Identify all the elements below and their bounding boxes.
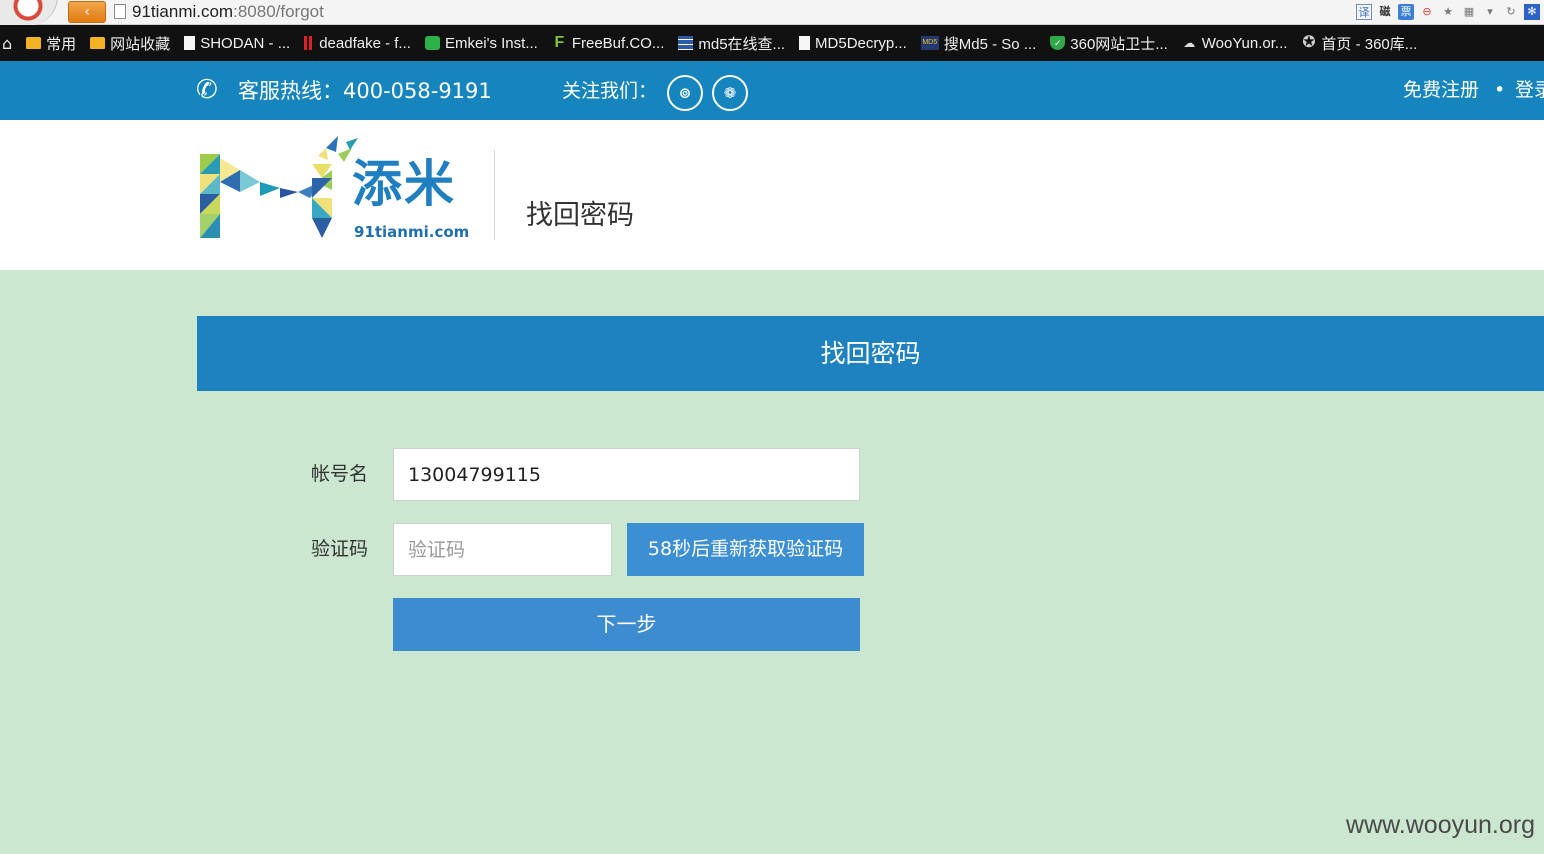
green-app-icon — [424, 36, 440, 50]
resend-code-button[interactable]: 58秒后重新获取验证码 — [627, 523, 864, 576]
bookmark-item[interactable]: Emkei's Inst... — [424, 34, 538, 52]
url-field[interactable]: 91tianmi.com:8080/forgot — [132, 2, 324, 22]
bookmarks-bar: ⌂ 常用 网站收藏 SHODAN - ... deadfake - f... E… — [0, 25, 1544, 61]
site-top-bar: ✆ 客服热线：400-058-9191 关注我们： ⊚ ❁ 免费注册 • 登录 — [0, 61, 1544, 120]
bookmark-item[interactable]: deadfake - f... — [304, 35, 411, 52]
bookmark-item[interactable]: MD5Decryp... — [799, 35, 907, 52]
account-label: 帐号名 — [311, 463, 369, 485]
browser-logo-icon[interactable] — [0, 0, 58, 26]
next-step-button[interactable]: 下一步 — [393, 598, 860, 651]
bookmark-label: 网站收藏 — [110, 35, 171, 53]
bookmark-item[interactable]: SHODAN - ... — [184, 35, 290, 52]
md5-icon: MD5 — [920, 36, 939, 50]
bookmark-label: MD5Decryp... — [815, 34, 907, 52]
site-header: 添米 91tianmi.com 找回密码 — [0, 120, 1544, 270]
freebuf-icon: F — [554, 34, 565, 51]
logo-url: 91tianmi.com — [354, 223, 470, 241]
follow-us-label: 关注我们： — [562, 80, 658, 102]
page-file-icon — [114, 4, 126, 19]
bookmark-item[interactable]: MD5 搜Md5 - So ... — [920, 33, 1037, 54]
bookmark-label: Emkei's Inst... — [444, 34, 538, 52]
hotline-text: 客服热线：400-058-9191 — [238, 79, 492, 103]
bookmark-item[interactable]: ✪ 首页 - 360库... — [1301, 33, 1417, 54]
home-icon[interactable]: ⌂ — [2, 34, 12, 53]
dropdown-chevron-icon[interactable]: ▾ — [1482, 4, 1498, 20]
url-path: :8080/forgot — [233, 2, 324, 21]
bookmark-item[interactable]: ✓ 360网站卫士... — [1050, 33, 1168, 54]
login-link[interactable]: 登录 — [1515, 76, 1544, 104]
separator-dot: • — [1494, 79, 1506, 101]
bookmark-label: WooYun.or... — [1201, 34, 1288, 52]
account-input[interactable] — [393, 448, 860, 501]
file-icon — [799, 36, 811, 50]
translate-icon[interactable]: 译 — [1356, 4, 1372, 20]
bookmark-label: FreeBuf.CO... — [571, 34, 665, 52]
grid-icon — [678, 36, 694, 50]
star-icon: ✪ — [1302, 34, 1316, 51]
back-button[interactable]: ‹ — [68, 1, 106, 23]
search-engine-icon[interactable]: ✻ — [1524, 4, 1540, 20]
page-title: 找回密码 — [526, 200, 634, 231]
register-link[interactable]: 免费注册 — [1403, 76, 1479, 104]
form-panel-title: 找回密码 — [820, 338, 921, 368]
file-icon — [184, 36, 196, 50]
reload-icon[interactable]: ↻ — [1503, 4, 1519, 20]
verification-code-label: 验证码 — [311, 538, 369, 560]
cloud-icon: ☁ — [1183, 36, 1196, 50]
watermark-text: www.wooyun.org — [1346, 811, 1535, 839]
bookmark-item[interactable]: F FreeBuf.CO... — [552, 34, 665, 52]
header-divider — [494, 150, 495, 240]
form-panel-header: 找回密码 — [197, 316, 1544, 391]
favorite-star-icon[interactable]: ★ — [1440, 4, 1456, 20]
browser-address-bar: ‹ 91tianmi.com:8080/forgot 译 磁 票 ⊖ ★ ▦ ▾… — [0, 0, 1544, 26]
ticket-icon[interactable]: 票 — [1398, 4, 1414, 20]
magnet-icon[interactable]: 磁 — [1377, 4, 1393, 20]
phone-icon: ✆ — [196, 75, 218, 105]
verification-code-input[interactable] — [393, 523, 612, 576]
chevron-left-icon: ‹ — [84, 4, 90, 20]
logo-text: 添米 — [352, 155, 456, 213]
bookmark-label: 常用 — [46, 35, 77, 53]
bookmark-label: 360网站卫士... — [1070, 35, 1168, 53]
qr-code-icon[interactable]: ▦ — [1461, 4, 1477, 20]
bookmark-item[interactable]: 常用 — [26, 33, 76, 54]
bookmark-label: deadfake - f... — [319, 34, 411, 52]
adblock-icon[interactable]: ⊖ — [1419, 4, 1435, 20]
bookmark-label: 首页 - 360库... — [1321, 35, 1418, 53]
folder-icon — [90, 37, 106, 49]
bookmark-item[interactable]: md5在线查... — [678, 33, 785, 54]
bookmark-label: 搜Md5 - So ... — [943, 35, 1037, 53]
bookmark-label: SHODAN - ... — [200, 34, 291, 52]
shield-icon: ✓ — [1050, 36, 1066, 50]
weibo-icon[interactable]: ⊚ — [667, 75, 703, 111]
red-bars-icon — [304, 36, 315, 50]
url-host: 91tianmi.com — [132, 2, 234, 21]
folder-icon — [26, 37, 42, 49]
address-bar-tools: 译 磁 票 ⊖ ★ ▦ ▾ ↻ ✻ — [1356, 0, 1544, 24]
wechat-icon[interactable]: ❁ — [712, 75, 748, 111]
bookmark-label: md5在线查... — [698, 35, 786, 53]
bookmark-item[interactable]: 网站收藏 — [90, 33, 170, 54]
bookmark-item[interactable]: ☁ WooYun.or... — [1182, 34, 1288, 52]
